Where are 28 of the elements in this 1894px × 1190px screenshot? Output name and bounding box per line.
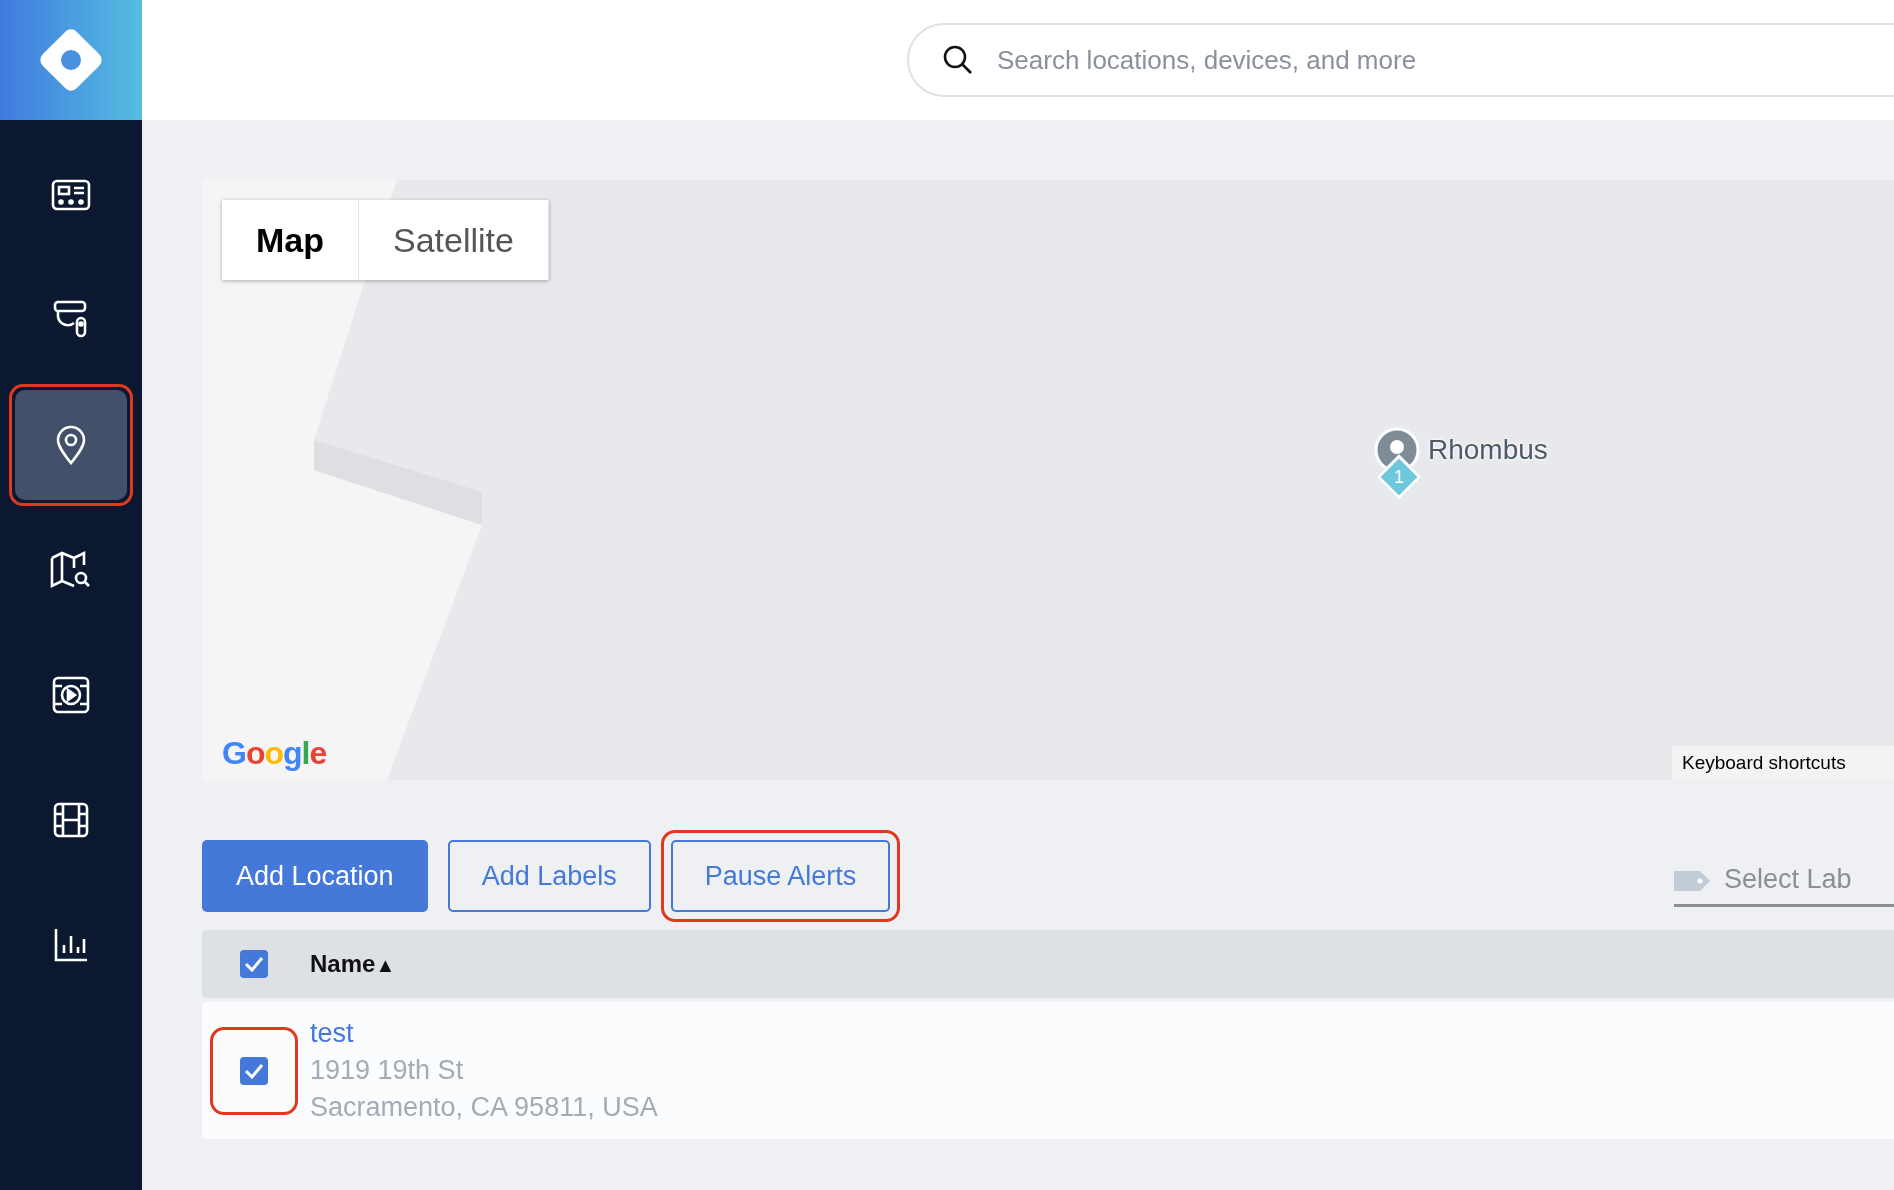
- address-line: 1919 19th St: [310, 1055, 465, 1086]
- check-icon: [244, 1062, 264, 1079]
- select-all-checkbox[interactable]: [240, 950, 268, 978]
- action-button[interactable]: Add Labels: [447, 840, 651, 912]
- action-button[interactable]: Add Location: [202, 840, 428, 912]
- map-logo: Google: [222, 735, 327, 772]
- camera-icon: [53, 300, 89, 340]
- map[interactable]: Map Satellite Rhombus 1 Google Keyboard shortcuts: [202, 180, 1894, 780]
- check-icon: [244, 956, 264, 972]
- bar-chart-icon: [53, 927, 89, 963]
- action-button[interactable]: Pause Alerts: [670, 840, 891, 912]
- location-name-link[interactable]: test: [310, 1018, 658, 1049]
- marker-label: Rhombus: [1428, 434, 1548, 466]
- film-icon: [53, 802, 89, 838]
- sidebar-item[interactable]: [15, 390, 127, 500]
- map-type-tab[interactable]: Map: [222, 200, 359, 280]
- search-icon: [943, 45, 973, 75]
- device-panel-icon: [51, 179, 91, 211]
- address-line: Sacramento, CA 95811, USA: [310, 1092, 658, 1123]
- keyboard-shortcuts-link[interactable]: Keyboard shortcuts: [1672, 746, 1894, 780]
- row-checkbox[interactable]: [240, 1056, 268, 1085]
- map-search-icon: [50, 550, 92, 590]
- map-pin-icon: [55, 425, 87, 465]
- search-field[interactable]: Search locations, devices, and more: [907, 23, 1894, 97]
- tag-icon: [1674, 871, 1710, 891]
- column-header[interactable]: Name▲: [310, 950, 396, 978]
- video-icon: [52, 676, 90, 714]
- map-type-tab[interactable]: Satellite: [359, 200, 549, 280]
